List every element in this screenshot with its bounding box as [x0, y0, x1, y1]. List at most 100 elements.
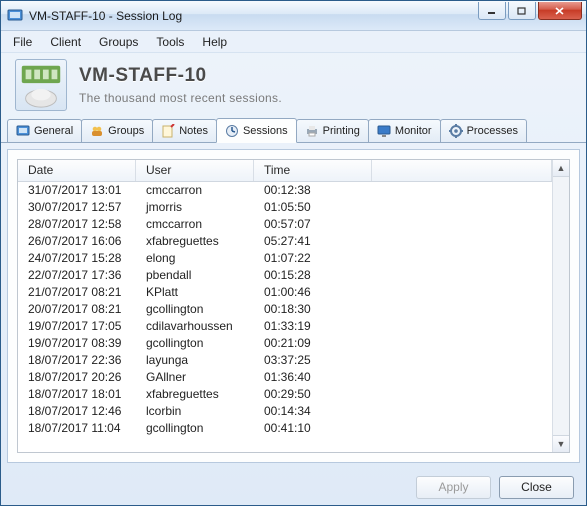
table-row[interactable]: 31/07/2017 13:01cmccarron00:12:38 — [18, 182, 552, 199]
client-name: VM-STAFF-10 — [79, 65, 282, 87]
table-row[interactable]: 18/07/2017 18:01xfabreguettes00:29:50 — [18, 386, 552, 403]
tab-label: Notes — [179, 125, 208, 137]
table-row[interactable]: 22/07/2017 17:36pbendall00:15:28 — [18, 267, 552, 284]
printing-icon — [305, 124, 319, 138]
table-row[interactable]: 18/07/2017 11:04gcollington00:41:10 — [18, 420, 552, 437]
cell-time: 05:27:41 — [254, 233, 372, 250]
notes-icon — [161, 124, 175, 138]
cell-date: 30/07/2017 12:57 — [18, 199, 136, 216]
page-header: VM-STAFF-10 The thousand most recent ses… — [1, 53, 586, 117]
cell-user: xfabreguettes — [136, 386, 254, 403]
processes-icon — [449, 124, 463, 138]
scroll-track[interactable] — [553, 177, 569, 435]
table-row[interactable]: 19/07/2017 17:05cdilavarhoussen01:33:19 — [18, 318, 552, 335]
tab-groups[interactable]: Groups — [81, 119, 153, 142]
tab-processes[interactable]: Processes — [440, 119, 527, 142]
cell-user: gcollington — [136, 335, 254, 352]
cell-time: 00:12:38 — [254, 182, 372, 199]
cell-user: cdilavarhoussen — [136, 318, 254, 335]
cell-date: 21/07/2017 08:21 — [18, 284, 136, 301]
cell-time: 03:37:25 — [254, 352, 372, 369]
titlebar: VM-STAFF-10 - Session Log — [1, 1, 586, 31]
menu-file[interactable]: File — [5, 33, 40, 51]
table-row[interactable]: 18/07/2017 12:46lcorbin00:14:34 — [18, 403, 552, 420]
menu-tools[interactable]: Tools — [148, 33, 192, 51]
tab-general[interactable]: General — [7, 119, 82, 142]
vertical-scrollbar[interactable]: ▲ ▼ — [552, 160, 569, 452]
tab-label: General — [34, 125, 73, 137]
apply-button[interactable]: Apply — [416, 476, 491, 499]
table-row[interactable]: 18/07/2017 22:36layunga03:37:25 — [18, 352, 552, 369]
column-header-user[interactable]: User — [136, 160, 254, 181]
page-subtitle: The thousand most recent sessions. — [79, 91, 282, 105]
cell-time: 00:57:07 — [254, 216, 372, 233]
column-header-date[interactable]: Date — [18, 160, 136, 181]
cell-time: 01:05:50 — [254, 199, 372, 216]
table-row[interactable]: 19/07/2017 08:39gcollington00:21:09 — [18, 335, 552, 352]
table-row[interactable]: 24/07/2017 15:28elong01:07:22 — [18, 250, 552, 267]
footer: Apply Close — [1, 469, 586, 505]
cell-date: 18/07/2017 18:01 — [18, 386, 136, 403]
cell-date: 31/07/2017 13:01 — [18, 182, 136, 199]
groups-icon — [90, 124, 104, 138]
tab-label: Groups — [108, 125, 144, 137]
menubar: File Client Groups Tools Help — [1, 31, 586, 53]
cell-date: 18/07/2017 20:26 — [18, 369, 136, 386]
tab-printing[interactable]: Printing — [296, 119, 369, 142]
cell-date: 18/07/2017 11:04 — [18, 420, 136, 437]
column-header-spacer — [372, 160, 552, 181]
menu-client[interactable]: Client — [42, 33, 89, 51]
column-header-time[interactable]: Time — [254, 160, 372, 181]
close-button[interactable]: Close — [499, 476, 574, 499]
tab-notes[interactable]: Notes — [152, 119, 217, 142]
tab-label: Printing — [323, 125, 360, 137]
cell-time: 00:15:28 — [254, 267, 372, 284]
tab-label: Monitor — [395, 125, 432, 137]
cell-user: GAllner — [136, 369, 254, 386]
table-row[interactable]: 26/07/2017 16:06xfabreguettes05:27:41 — [18, 233, 552, 250]
cell-user: gcollington — [136, 301, 254, 318]
table-row[interactable]: 18/07/2017 20:26GAllner01:36:40 — [18, 369, 552, 386]
cell-user: pbendall — [136, 267, 254, 284]
cell-user: xfabreguettes — [136, 233, 254, 250]
menu-help[interactable]: Help — [194, 33, 235, 51]
table-row[interactable]: 21/07/2017 08:21KPlatt01:00:46 — [18, 284, 552, 301]
cell-user: cmccarron — [136, 182, 254, 199]
cell-date: 19/07/2017 08:39 — [18, 335, 136, 352]
content-area: Date User Time 31/07/2017 13:01cmccarron… — [7, 149, 580, 463]
cell-time: 01:33:19 — [254, 318, 372, 335]
cell-date: 24/07/2017 15:28 — [18, 250, 136, 267]
cell-time: 01:00:46 — [254, 284, 372, 301]
table-row[interactable]: 28/07/2017 12:58cmccarron00:57:07 — [18, 216, 552, 233]
tab-monitor[interactable]: Monitor — [368, 119, 441, 142]
cell-date: 19/07/2017 17:05 — [18, 318, 136, 335]
cell-time: 00:29:50 — [254, 386, 372, 403]
cell-time: 00:21:09 — [254, 335, 372, 352]
cell-date: 22/07/2017 17:36 — [18, 267, 136, 284]
scroll-down-arrow-icon[interactable]: ▼ — [553, 435, 569, 452]
maximize-button[interactable] — [508, 2, 536, 20]
cell-user: jmorris — [136, 199, 254, 216]
tab-sessions[interactable]: Sessions — [216, 118, 297, 143]
table-body: 31/07/2017 13:01cmccarron00:12:3830/07/2… — [18, 182, 552, 452]
general-icon — [16, 124, 30, 138]
sessions-icon — [225, 124, 239, 138]
cell-date: 28/07/2017 12:58 — [18, 216, 136, 233]
minimize-button[interactable] — [478, 2, 506, 20]
cell-user: elong — [136, 250, 254, 267]
table-row[interactable]: 20/07/2017 08:21gcollington00:18:30 — [18, 301, 552, 318]
cell-user: layunga — [136, 352, 254, 369]
cell-date: 18/07/2017 22:36 — [18, 352, 136, 369]
cell-time: 00:18:30 — [254, 301, 372, 318]
session-log-window: VM-STAFF-10 - Session Log File Client Gr… — [0, 0, 587, 506]
close-window-button[interactable] — [538, 2, 582, 20]
cell-user: gcollington — [136, 420, 254, 437]
scroll-up-arrow-icon[interactable]: ▲ — [553, 160, 569, 177]
cell-user: cmccarron — [136, 216, 254, 233]
table-header: Date User Time — [18, 160, 552, 182]
table-row[interactable]: 30/07/2017 12:57jmorris01:05:50 — [18, 199, 552, 216]
cell-time: 01:07:22 — [254, 250, 372, 267]
tabstrip: General Groups Notes Sessions Printing Monito… — [1, 117, 586, 143]
menu-groups[interactable]: Groups — [91, 33, 146, 51]
window-buttons — [478, 1, 586, 30]
